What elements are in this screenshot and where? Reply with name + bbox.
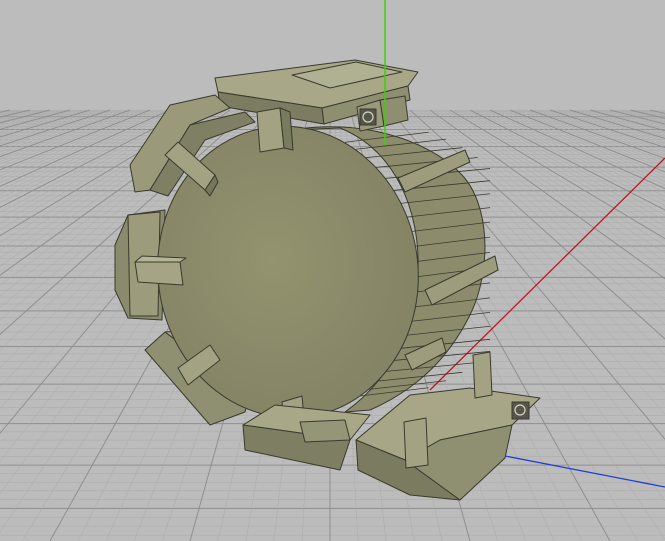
grid-line xyxy=(573,109,665,138)
foot-right-peg xyxy=(403,417,429,469)
grid-line xyxy=(585,109,665,133)
grid-line xyxy=(649,109,665,114)
grid-line xyxy=(513,109,665,170)
3d-viewport[interactable] xyxy=(0,0,665,541)
grid-line xyxy=(485,109,665,193)
grid-line xyxy=(533,109,665,157)
peg-top xyxy=(256,107,285,153)
grid-line xyxy=(0,109,43,121)
grid-line xyxy=(0,109,15,114)
grid-line xyxy=(497,109,665,182)
grid-line xyxy=(581,109,665,134)
grid-line xyxy=(621,109,665,121)
grid-line xyxy=(517,109,665,167)
grid-line xyxy=(0,109,143,165)
grid-line xyxy=(605,109,665,126)
grid-line xyxy=(0,109,119,151)
grid-line xyxy=(0,109,95,139)
foot-left-strip xyxy=(299,419,351,443)
grid-line xyxy=(0,109,155,174)
grid-line xyxy=(469,109,665,211)
grid-line xyxy=(0,109,11,113)
grid-line xyxy=(589,109,665,132)
grid-line xyxy=(577,109,665,136)
grid-line xyxy=(0,109,111,147)
grid-line xyxy=(0,109,91,138)
peg-left xyxy=(134,261,184,286)
grid-line xyxy=(593,109,665,130)
grid-line xyxy=(641,109,665,116)
grid-line xyxy=(625,109,665,120)
scene-canvas[interactable] xyxy=(0,0,665,541)
grid-line xyxy=(521,109,665,164)
top-strut xyxy=(379,95,409,127)
grid-line xyxy=(0,109,35,119)
grid-line xyxy=(0,109,135,160)
foot-right-post xyxy=(472,351,493,399)
grid-line xyxy=(0,109,147,168)
grid-line xyxy=(0,109,79,133)
grid-line xyxy=(489,109,665,190)
grid-line xyxy=(0,109,47,122)
grid-line xyxy=(569,109,665,139)
grid-line xyxy=(501,109,665,179)
grid-line xyxy=(0,109,115,149)
grid-line xyxy=(0,109,151,171)
